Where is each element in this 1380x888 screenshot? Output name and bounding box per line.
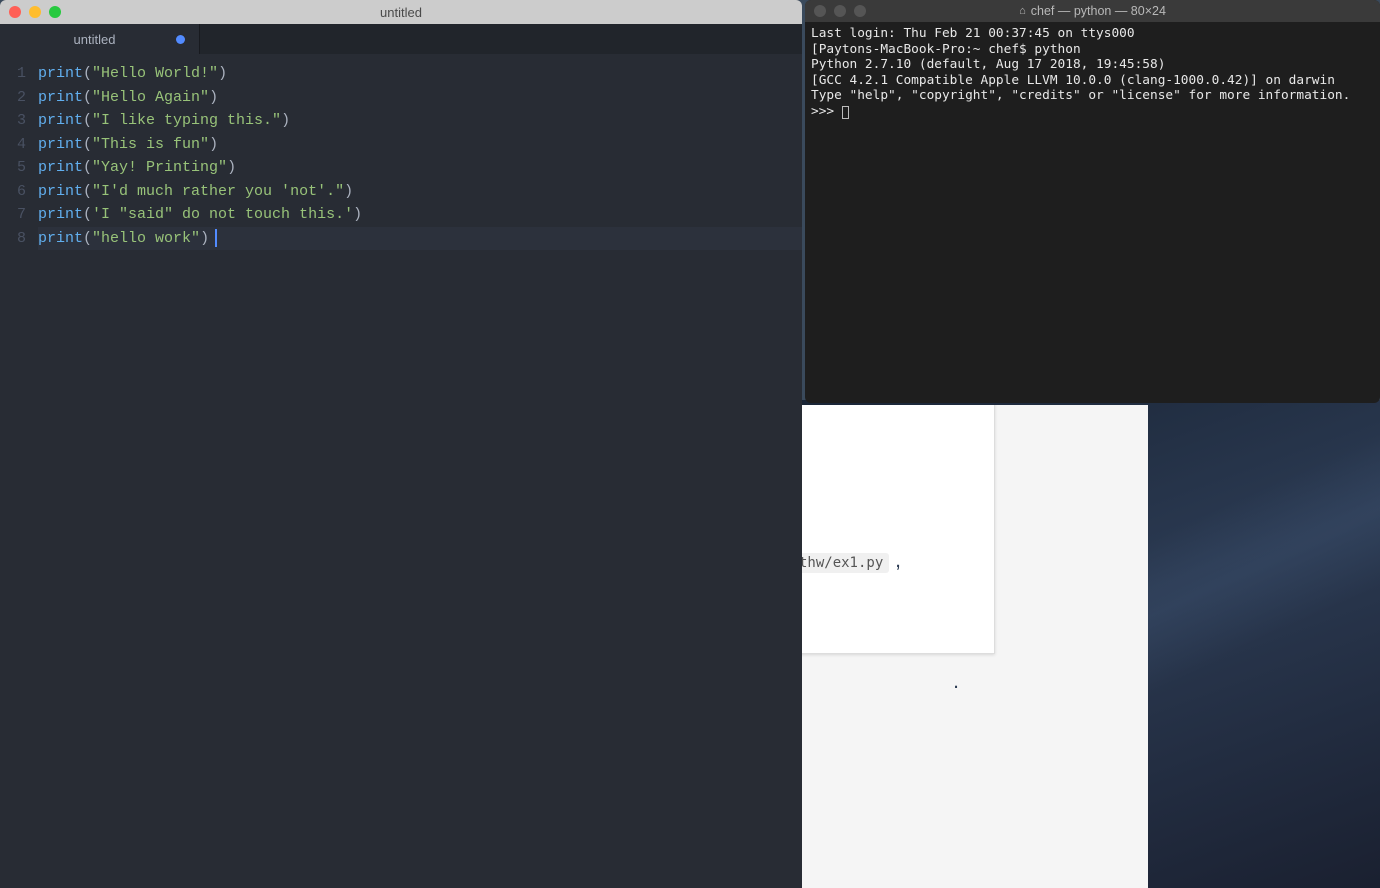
window-title: untitled [380,5,422,20]
text-cursor [215,229,217,247]
doc-paragraph-2: . ure you use the n lpthw/ex1.py , y . I… [802,545,959,613]
close-button[interactable] [9,6,21,18]
doc-paragraph-1: gain. Close your . [802,426,959,457]
editor-tab[interactable]: untitled [0,24,200,54]
doc-text: , [889,549,901,572]
terminal-line: [Paytons-MacBook-Pro:~ chef$ python [811,42,1374,58]
terminal-body[interactable]: Last login: Thu Feb 21 00:37:45 on ttys0… [805,22,1380,123]
editor-body[interactable]: 12345678 print("Hello World!")print("Hel… [0,54,802,888]
line-number: 3 [0,109,26,133]
code-line[interactable]: print("I'd much rather you 'not'.") [38,180,802,204]
terminal-cursor [842,106,849,119]
document-page: gain. Close your . . ure you use the n l… [802,405,995,654]
line-number: 7 [0,203,26,227]
code-line[interactable]: print("Hello Again") [38,86,802,110]
code-line[interactable]: print("hello work") [38,227,802,251]
code-editor-area[interactable]: print("Hello World!")print("Hello Again"… [38,54,802,888]
document-window: gain. Close your . . ure you use the n l… [802,405,1148,888]
line-number: 6 [0,180,26,204]
line-number: 4 [0,133,26,157]
line-number-gutter: 12345678 [0,54,38,888]
terminal-line: [GCC 4.2.1 Compatible Apple LLVM 10.0.0 … [811,73,1374,89]
editor-titlebar[interactable]: untitled [0,0,802,24]
terminal-line: Python 2.7.10 (default, Aug 17 2018, 19:… [811,57,1374,73]
line-number: 1 [0,62,26,86]
terminal-title-text: chef — python — 80×24 [1031,4,1166,18]
window-controls [9,6,61,18]
window-controls [814,5,866,17]
code-line[interactable]: print("I like typing this.") [38,109,802,133]
terminal-window: ⌂ chef — python — 80×24 Last login: Thu … [805,0,1380,403]
code-line[interactable]: print("Hello World!") [38,62,802,86]
minimize-button[interactable] [834,5,846,17]
doc-code-inline: lpthw/ex1.py [802,553,889,573]
code-line[interactable]: print('I "said" do not touch this.') [38,203,802,227]
terminal-line: Type "help", "copyright", "credits" or "… [811,88,1374,104]
terminal-title: ⌂ chef — python — 80×24 [1019,4,1166,18]
line-number: 2 [0,86,26,110]
line-number: 5 [0,156,26,180]
terminal-line: Last login: Thu Feb 21 00:37:45 on ttys0… [811,26,1374,42]
code-line[interactable]: print("Yay! Printing") [38,156,802,180]
maximize-button[interactable] [854,5,866,17]
unsaved-indicator-icon [176,35,185,44]
terminal-line: >>> [811,104,1374,120]
close-button[interactable] [814,5,826,17]
terminal-titlebar[interactable]: ⌂ chef — python — 80×24 [805,0,1380,22]
editor-tabbar: untitled [0,24,802,54]
home-icon: ⌂ [1019,5,1026,17]
editor-window: untitled untitled 12345678 print("Hello … [0,0,802,888]
code-line[interactable]: print("This is fun") [38,133,802,157]
maximize-button[interactable] [49,6,61,18]
line-number: 8 [0,227,26,251]
tab-label: untitled [74,32,116,47]
minimize-button[interactable] [29,6,41,18]
